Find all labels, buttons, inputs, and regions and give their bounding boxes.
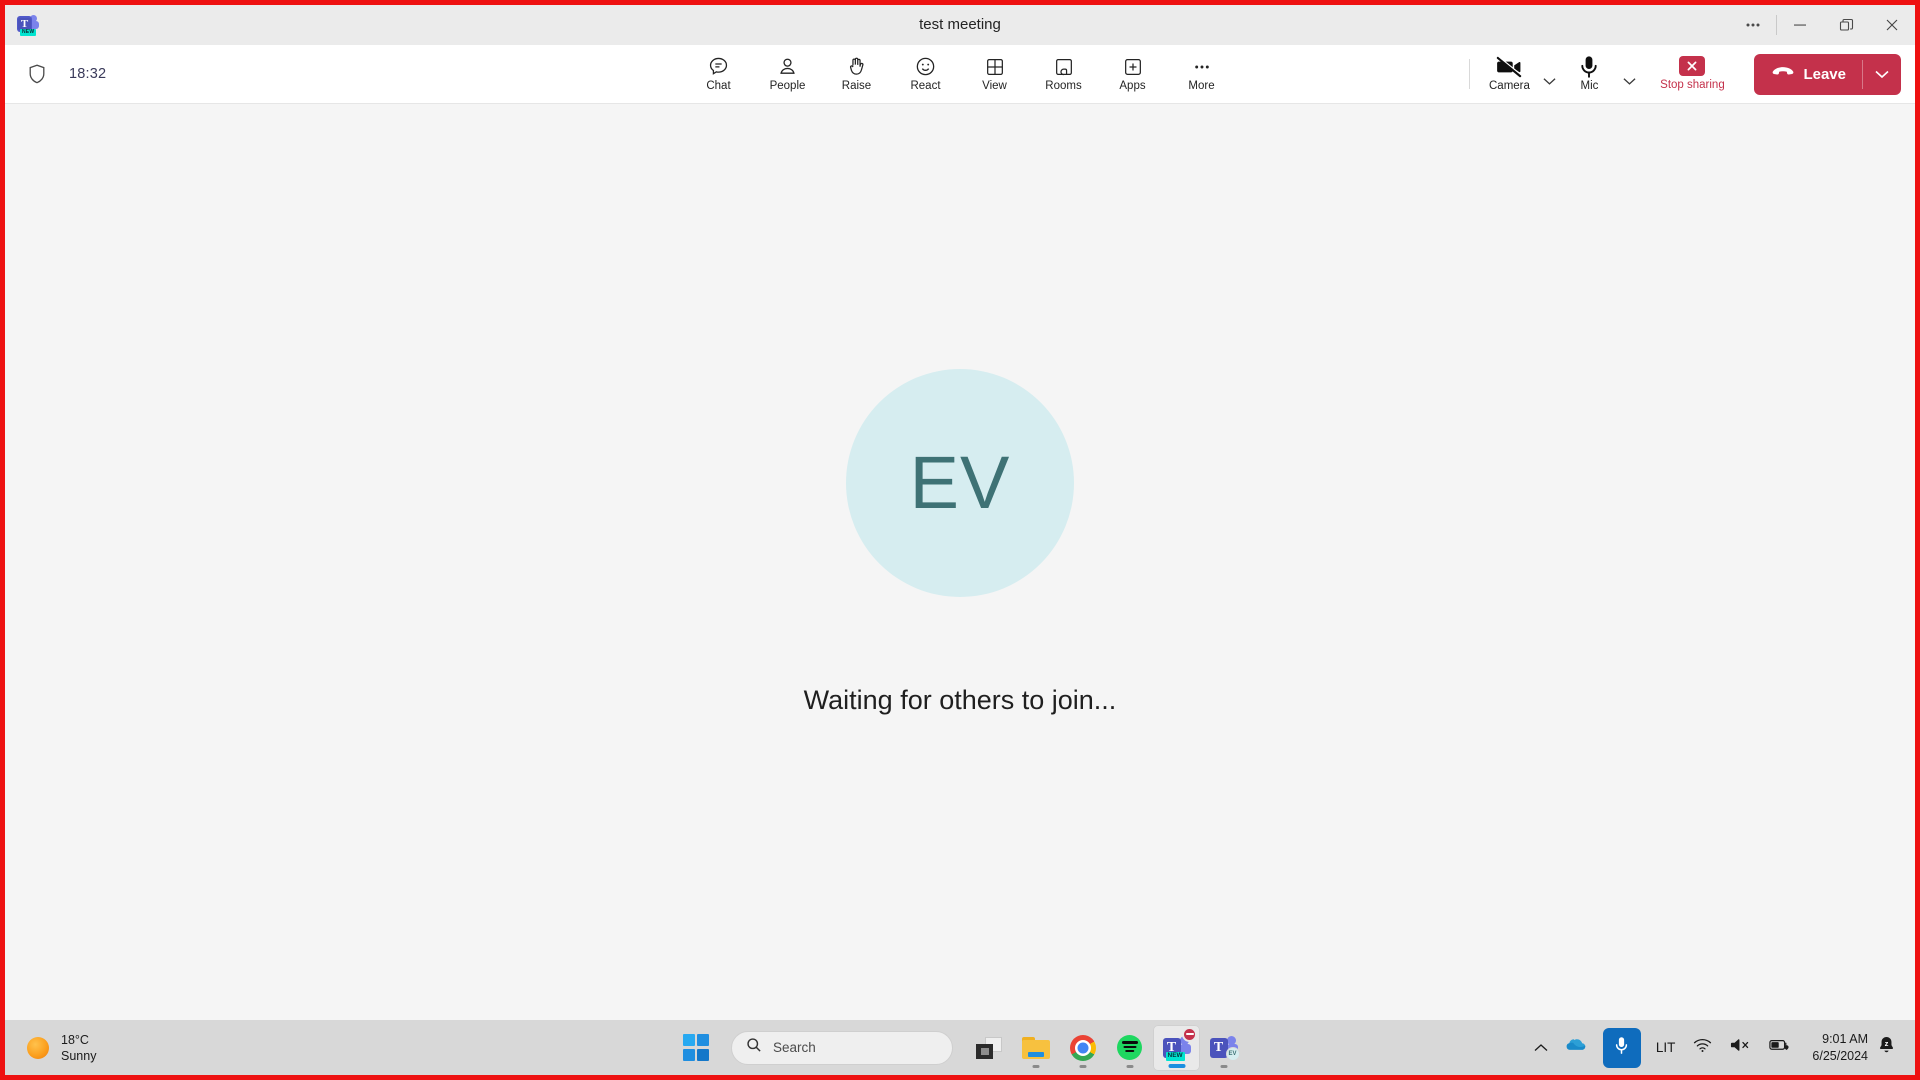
- search-placeholder: Search: [773, 1040, 816, 1055]
- windows-taskbar: 18°C Sunny Search: [5, 1020, 1915, 1075]
- tool-apps[interactable]: Apps: [1098, 48, 1167, 100]
- search-input[interactable]: Search: [731, 1031, 953, 1065]
- tool-view[interactable]: View: [960, 48, 1029, 100]
- teams-icon: T EV: [1210, 1036, 1238, 1060]
- tool-people-label: People: [770, 81, 806, 93]
- waiting-status-text: Waiting for others to join...: [804, 685, 1117, 716]
- meeting-timer: 18:32: [69, 66, 106, 82]
- close-button[interactable]: [1869, 5, 1915, 45]
- tool-react[interactable]: React: [891, 48, 960, 100]
- avatar: EV: [1226, 1047, 1240, 1061]
- tool-chat[interactable]: Chat: [684, 48, 753, 100]
- new-badge: NEW: [20, 29, 36, 36]
- mic-toggle[interactable]: Mic: [1560, 48, 1618, 100]
- close-icon: [1679, 56, 1705, 76]
- hand-icon: [845, 56, 868, 78]
- tool-rooms[interactable]: Rooms: [1029, 48, 1098, 100]
- restore-button[interactable]: [1823, 5, 1869, 45]
- status-badge-busy: [1182, 1027, 1197, 1042]
- screen-root: T NEW test meeting: [0, 0, 1920, 1080]
- shield-icon: [27, 63, 47, 85]
- running-indicator: [1032, 1065, 1039, 1068]
- running-indicator: [1079, 1065, 1086, 1068]
- tool-raise-label: Raise: [842, 81, 871, 93]
- tool-people[interactable]: People: [753, 48, 822, 100]
- mic-label: Mic: [1581, 81, 1599, 93]
- tool-more-label: More: [1188, 81, 1214, 93]
- leave-button-group: Leave: [1754, 54, 1901, 95]
- chat-icon: [707, 56, 730, 78]
- camera-options-caret[interactable]: [1538, 48, 1560, 100]
- tool-view-label: View: [982, 81, 1007, 93]
- folder-icon: [1022, 1037, 1050, 1059]
- tool-rooms-label: Rooms: [1045, 81, 1081, 93]
- mic-icon: [1578, 56, 1600, 78]
- taskbar-app-spotify[interactable]: [1106, 1025, 1153, 1071]
- titlebar-more-button[interactable]: [1730, 5, 1776, 45]
- meeting-device-controls: Camera Mic: [1465, 48, 1915, 100]
- stop-sharing-label: Stop sharing: [1660, 80, 1725, 92]
- taskbar-app-file-explorer[interactable]: [1012, 1025, 1059, 1071]
- teams-meeting-window: T NEW test meeting: [5, 5, 1915, 1020]
- actionbar-divider: [1469, 59, 1470, 89]
- grid-icon: [984, 56, 1006, 78]
- running-indicator: [1126, 1065, 1133, 1068]
- camera-off-icon: [1496, 56, 1522, 78]
- taskbar-app-teams[interactable]: T EV: [1200, 1025, 1247, 1071]
- tool-chat-label: Chat: [706, 81, 730, 93]
- taskbar-app-chrome[interactable]: [1059, 1025, 1106, 1071]
- window-controls: [1730, 5, 1915, 45]
- meeting-action-bar: 18:32 Chat: [5, 45, 1915, 104]
- stop-sharing-button[interactable]: Stop sharing: [1646, 48, 1738, 100]
- taskbar-app-task-view[interactable]: [965, 1025, 1012, 1071]
- leave-button[interactable]: Leave: [1754, 54, 1862, 95]
- task-view-icon: [976, 1037, 1002, 1059]
- window-titlebar: T NEW test meeting: [5, 5, 1915, 45]
- chrome-icon: [1070, 1035, 1096, 1061]
- leave-options-caret[interactable]: [1863, 54, 1901, 95]
- camera-label: Camera: [1489, 81, 1530, 93]
- tool-apps-label: Apps: [1119, 81, 1145, 93]
- hangup-icon: [1772, 66, 1794, 83]
- mic-options-caret[interactable]: [1618, 48, 1640, 100]
- smiley-icon: [914, 56, 937, 78]
- plus-icon: [1122, 56, 1144, 78]
- spotify-icon: [1117, 1035, 1142, 1060]
- tool-more[interactable]: More: [1167, 48, 1236, 100]
- people-icon: [776, 56, 799, 78]
- windows-logo-icon: [683, 1034, 710, 1061]
- new-badge: NEW: [1166, 1052, 1185, 1061]
- leave-label: Leave: [1803, 66, 1846, 83]
- minimize-button[interactable]: [1777, 5, 1823, 45]
- start-button[interactable]: [673, 1026, 719, 1070]
- teams-app-icon: T NEW: [5, 15, 51, 35]
- rooms-icon: [1053, 56, 1075, 78]
- search-icon: [746, 1037, 762, 1058]
- participant-avatar: EV: [846, 369, 1074, 597]
- running-indicator: [1220, 1065, 1227, 1068]
- meeting-stage: EV Waiting for others to join...: [5, 104, 1915, 1020]
- window-title: test meeting: [5, 5, 1915, 45]
- taskbar-center-group: Search T NEW: [5, 1025, 1915, 1071]
- tool-react-label: React: [910, 81, 940, 93]
- ellipsis-icon: [1191, 56, 1213, 78]
- running-indicator-active: [1168, 1064, 1185, 1068]
- tool-raise[interactable]: Raise: [822, 48, 891, 100]
- taskbar-app-teams-new[interactable]: T NEW: [1153, 1025, 1200, 1071]
- meeting-status-group: 18:32: [5, 63, 106, 85]
- camera-toggle[interactable]: Camera: [1480, 48, 1538, 100]
